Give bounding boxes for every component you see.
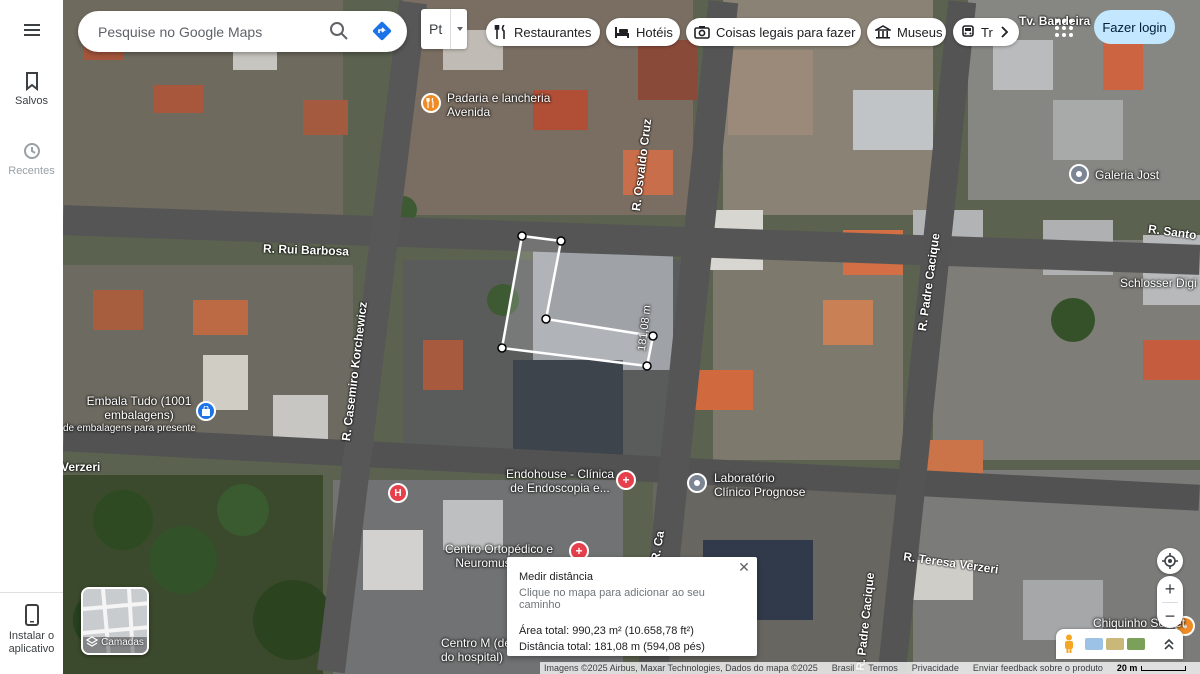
search-input[interactable] <box>98 23 318 40</box>
history-icon <box>23 143 40 159</box>
scale-label: 20 m <box>1116 663 1138 673</box>
scale-line <box>1141 665 1187 671</box>
crosshair-icon <box>1162 553 1178 569</box>
hospital-pin[interactable]: H <box>388 483 408 503</box>
imagery-attribution: Imagens ©2025 Airbus, Maxar Technologies… <box>544 663 818 673</box>
layers-icon <box>86 636 99 647</box>
layers-label-row: Camadas <box>83 636 147 648</box>
place-label[interactable]: Endohouse - Clínica de Endoscopia e... <box>505 467 615 495</box>
measure-title: Medir distância <box>519 571 593 583</box>
imagery-thumb-satellite[interactable] <box>1127 638 1145 650</box>
place-label[interactable]: Schlosser Digi <box>1120 276 1197 290</box>
imagery-bar <box>1056 629 1183 659</box>
saved-button[interactable]: Salvos <box>0 71 63 108</box>
imagery-thumb-terrain[interactable] <box>1106 638 1124 650</box>
place-pin[interactable] <box>687 473 707 493</box>
directions-icon[interactable] <box>371 20 393 42</box>
pegman-button[interactable] <box>1056 630 1082 658</box>
my-location-button[interactable] <box>1157 548 1183 574</box>
measure-distance: Distância total: 181,08 m (594,08 pés) <box>519 641 705 653</box>
layers-label: Camadas <box>101 636 144 648</box>
login-button[interactable]: Fazer login <box>1094 10 1175 44</box>
camera-icon <box>694 26 710 39</box>
privacy-link[interactable]: Privacidade <box>912 663 959 673</box>
apps-grid-icon[interactable] <box>1053 17 1075 39</box>
place-label[interactable]: Padaria e lancheria Avenida <box>447 91 557 119</box>
restaurant-pin[interactable] <box>421 93 441 113</box>
phone-icon <box>24 604 39 626</box>
chip-label: Museus <box>897 24 943 40</box>
feedback-link[interactable]: Enviar feedback sobre o produto <box>973 663 1103 673</box>
bookmark-icon <box>25 72 38 91</box>
expand-up-icon[interactable] <box>1163 637 1175 651</box>
street-label: R. Rui Barbosa <box>262 241 350 259</box>
hamburger-icon <box>23 24 40 36</box>
street-label: Verzeri <box>63 460 101 474</box>
measure-area: Área total: 990,23 m² (10.658,78 ft²) <box>519 625 694 637</box>
chip-label: Restaurantes <box>514 24 592 40</box>
chip-label: Coisas legais para fazer <box>716 24 856 40</box>
chip-things-to-do[interactable]: Coisas legais para fazer <box>686 18 861 46</box>
zoom-out-button[interactable]: − <box>1157 603 1183 629</box>
zoom-in-button[interactable]: + <box>1157 576 1183 602</box>
install-label: Instalar o aplicativo <box>8 630 55 655</box>
search-box <box>78 11 407 52</box>
measure-subtitle: Clique no mapa para adicionar ao seu cam… <box>519 587 705 611</box>
museum-icon <box>875 25 891 39</box>
imagery-thumb-map[interactable] <box>1085 638 1103 650</box>
bed-icon <box>615 27 629 38</box>
rail-divider <box>0 592 63 593</box>
chip-hotels[interactable]: Hotéis <box>606 18 680 46</box>
attribution-bar: Imagens ©2025 Airbus, Maxar Technologies… <box>540 662 1200 674</box>
recent-label: Recentes <box>8 165 55 177</box>
chevron-right-icon <box>1001 26 1009 38</box>
terms-link[interactable]: Termos <box>868 663 898 673</box>
layers-button[interactable]: Camadas <box>81 587 149 655</box>
pegman-icon <box>1065 634 1073 653</box>
fork-knife-icon <box>426 98 434 108</box>
place-label[interactable]: Laboratório Clínico Prognose <box>714 471 814 499</box>
language-code: Pt <box>429 9 451 49</box>
chip-restaurants[interactable]: Restaurantes <box>486 18 600 46</box>
scale-bar[interactable]: 20 m <box>1117 663 1187 673</box>
chip-label: Hotéis <box>636 24 673 40</box>
shopping-bag-icon <box>202 406 210 416</box>
menu-button[interactable] <box>0 20 63 40</box>
transit-icon <box>962 25 974 37</box>
chip-museums[interactable]: Museus <box>867 18 946 46</box>
recent-button[interactable]: Recentes <box>0 141 63 178</box>
chips-next-button[interactable] <box>990 18 1018 46</box>
chevron-down-icon <box>457 27 463 31</box>
language-selector[interactable]: Pt <box>421 9 467 49</box>
place-label[interactable]: Galeria Jost <box>1095 168 1159 182</box>
hospital-pin[interactable]: + <box>616 470 636 490</box>
saved-label: Salvos <box>14 95 49 107</box>
close-icon[interactable]: ✕ <box>735 559 753 577</box>
install-app-button[interactable]: Instalar o aplicativo <box>0 604 63 656</box>
shopping-pin[interactable] <box>196 401 216 421</box>
place-label[interactable]: Embala Tudo (1001 embalagens) <box>83 394 195 422</box>
place-pin[interactable] <box>1069 164 1089 184</box>
fork-knife-icon <box>494 25 505 39</box>
search-icon[interactable] <box>329 21 349 41</box>
measure-distance-panel: ✕ Medir distância Clique no mapa para ad… <box>507 557 757 656</box>
place-label: de embalagens para presente <box>63 423 196 434</box>
country-link[interactable]: Brasil <box>832 663 855 673</box>
left-rail: Salvos Recentes Instalar o aplicativo <box>0 0 63 674</box>
zoom-control: + − <box>1157 576 1183 628</box>
